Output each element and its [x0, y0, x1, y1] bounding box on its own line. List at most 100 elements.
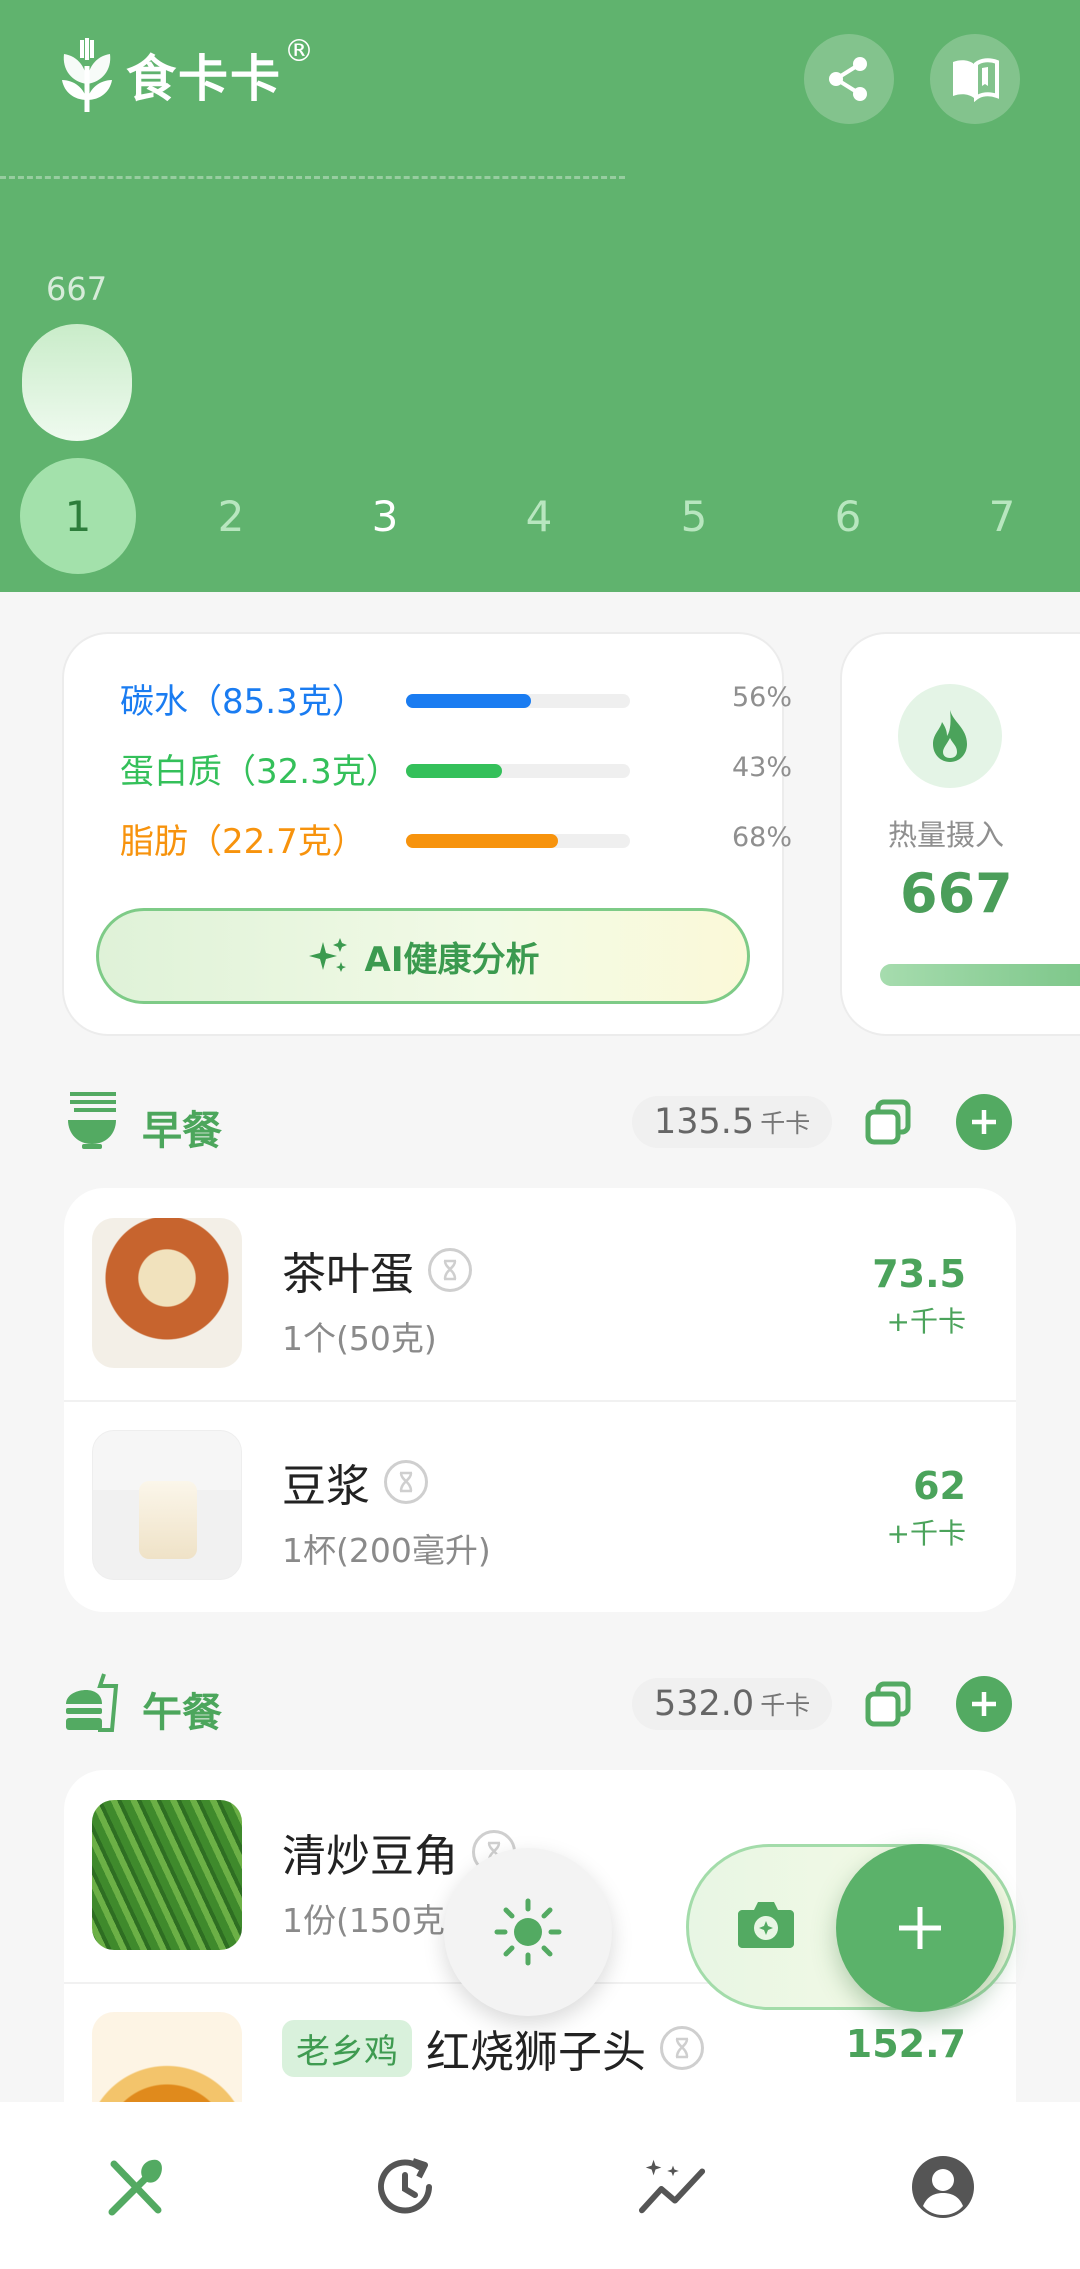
food-amount: 1份(150克 — [282, 1901, 445, 1940]
food-item[interactable]: 茶叶蛋 1个(50克) 73.5 +千卡 — [64, 1188, 1016, 1400]
food-item[interactable]: 豆浆 1杯(200毫升) 62 +千卡 — [64, 1400, 1016, 1612]
sun-icon — [494, 1898, 562, 1966]
history-icon — [378, 2158, 432, 2214]
food-name-row: 豆浆 — [282, 1450, 428, 1514]
food-name-row: 老乡鸡 红烧狮子头 — [282, 2016, 704, 2080]
food-thumbnail — [92, 1430, 242, 1580]
app-logo: 食卡卡 ® — [56, 33, 314, 114]
lunch-title: 午餐 — [142, 1690, 222, 1736]
macro-track — [406, 694, 630, 708]
kcal-unit: 千卡 — [760, 1109, 811, 1138]
breakfast-title: 早餐 — [142, 1108, 222, 1154]
day-7[interactable]: 7 — [944, 458, 1060, 574]
nav-history[interactable] — [370, 2152, 440, 2222]
day-bar-value: 667 — [46, 270, 108, 308]
bottom-nav — [0, 2102, 1080, 2269]
lunch-kcal: 532.0 — [654, 1684, 755, 1724]
app-screen: 食卡卡 ® 667 1 2 3 4 5 6 7 碳水（85.3克） 56% 蛋白… — [0, 0, 1080, 2269]
plus-icon — [972, 1692, 996, 1716]
kcal-unit: 千卡 — [760, 1691, 811, 1720]
macro-row-protein: 蛋白质（32.3克） 43% — [120, 744, 792, 792]
nav-food[interactable] — [100, 2152, 170, 2222]
app-name: 食卡卡 — [126, 50, 282, 108]
macro-fill — [406, 694, 532, 708]
pending-icon — [660, 2026, 704, 2070]
food-name: 豆浆 — [282, 1461, 370, 1512]
target-line — [0, 176, 625, 179]
macro-label: 脂肪（22.7克） — [120, 822, 366, 862]
calorie-card[interactable]: 热量摄入 667 — [842, 634, 1080, 1034]
leaf-logo-icon — [62, 38, 112, 112]
sparkle-icon — [308, 938, 347, 972]
share-button[interactable] — [804, 34, 894, 124]
flame-icon-badge — [898, 684, 1002, 788]
copy-icon[interactable] — [864, 1098, 912, 1146]
day-3[interactable]: 3 — [327, 458, 443, 574]
trend-icon — [638, 2159, 706, 2214]
ai-analysis-button[interactable]: AI健康分析 — [96, 908, 750, 1004]
registered-mark: ® — [284, 33, 314, 69]
bowl-icon — [68, 1092, 116, 1149]
macro-label: 碳水（85.3克） — [120, 682, 366, 722]
calorie-label: 热量摄入 — [888, 818, 1005, 852]
day-4[interactable]: 4 — [481, 458, 597, 574]
day-selector: 1 2 3 4 5 6 7 — [0, 458, 1080, 574]
book-icon — [953, 58, 999, 102]
food-name-row: 茶叶蛋 — [282, 1238, 472, 1302]
macro-row-carbs: 碳水（85.3克） 56% — [120, 674, 792, 722]
food-thumbnail — [92, 1800, 242, 1950]
macro-label: 蛋白质（32.3克） — [120, 752, 400, 792]
food-kcal: 73.5 — [872, 1252, 966, 1296]
plus-icon — [972, 1110, 996, 1134]
camera-icon[interactable] — [736, 1896, 796, 1952]
header: 食卡卡 ® 667 1 2 3 4 5 6 7 — [0, 0, 1080, 592]
day-5[interactable]: 5 — [636, 458, 752, 574]
guide-button[interactable] — [930, 34, 1020, 124]
share-icon — [829, 57, 867, 101]
nav-profile[interactable] — [908, 2152, 978, 2222]
macro-percent: 56% — [732, 682, 793, 713]
food-kcal-unit: +千卡 — [886, 1305, 966, 1338]
day-1[interactable]: 1 — [20, 458, 136, 574]
burger-drink-icon — [66, 1673, 119, 1732]
food-amount: 1个(50克) — [282, 1319, 437, 1358]
add-food-fab[interactable] — [836, 1844, 1004, 2012]
flame-icon — [933, 710, 967, 762]
day-2[interactable]: 2 — [173, 458, 289, 574]
food-name: 茶叶蛋 — [282, 1249, 414, 1300]
food-kcal: 62 — [913, 1464, 966, 1508]
calorie-progress-bar — [880, 964, 1080, 986]
breakfast-kcal-badge: 135.5 千卡 — [632, 1096, 833, 1148]
nav-trends[interactable] — [638, 2152, 708, 2222]
macro-card: 碳水（85.3克） 56% 蛋白质（32.3克） 43% 脂肪（22.7克） 6… — [64, 634, 792, 1034]
food-thumbnail — [92, 1218, 242, 1368]
pending-icon — [384, 1460, 428, 1504]
plus-icon — [899, 1907, 941, 1949]
macro-percent: 43% — [732, 752, 793, 783]
food-name: 清炒豆角 — [282, 1831, 458, 1882]
macro-percent: 68% — [732, 822, 793, 853]
food-icon — [108, 2159, 162, 2216]
food-kcal-unit: +千卡 — [886, 1517, 966, 1550]
food-amount: 1杯(200毫升) — [282, 1531, 491, 1570]
breakfast-kcal: 135.5 — [654, 1102, 755, 1142]
breakfast-card: 茶叶蛋 1个(50克) 73.5 +千卡 豆浆 1杯(200毫升) 62 +千卡 — [64, 1188, 1016, 1612]
divider — [64, 1400, 1016, 1402]
ai-analysis-label: AI健康分析 — [364, 939, 540, 980]
profile-icon — [912, 2156, 974, 2218]
day-6[interactable]: 6 — [790, 458, 906, 574]
brand-tag: 老乡鸡 — [282, 2019, 412, 2077]
macro-row-fat: 脂肪（22.7克） 68% — [120, 814, 792, 862]
add-lunch-button[interactable] — [956, 1676, 1012, 1732]
theme-toggle-button[interactable] — [444, 1848, 612, 2016]
food-kcal: 152.7 — [845, 2022, 966, 2066]
macro-fill — [406, 764, 503, 778]
day-bar[interactable] — [22, 324, 132, 441]
add-breakfast-button[interactable] — [956, 1094, 1012, 1150]
lunch-header: 午餐 532.0 千卡 — [64, 1670, 1024, 1740]
calorie-value: 667 — [900, 862, 1013, 925]
copy-icon[interactable] — [864, 1680, 912, 1728]
breakfast-header: 早餐 135.5 千卡 — [64, 1088, 1024, 1158]
macro-track — [406, 764, 630, 778]
lunch-kcal-badge: 532.0 千卡 — [632, 1678, 833, 1730]
